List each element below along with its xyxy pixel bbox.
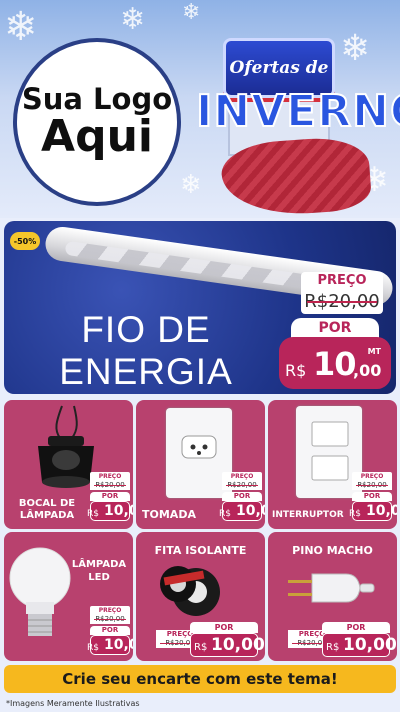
new-price: R$ 10,00 bbox=[219, 501, 265, 521]
old-price: R$20,00 bbox=[352, 481, 392, 490]
hero-name-line1: FIO DE bbox=[81, 309, 211, 350]
hero-price-cents: ,00 bbox=[353, 361, 382, 380]
currency: R$ bbox=[326, 642, 340, 653]
product-card-fita[interactable]: FITA ISOLANTE PREÇO R$20,00 POR R$ 10,00 bbox=[136, 532, 265, 661]
new-price: R$ 10,00 bbox=[322, 633, 397, 657]
hero-product-name: FIO DE ENERGIA bbox=[26, 309, 266, 393]
product-card-pino[interactable]: PINO MACHO PREÇO R$20,00 POR R$ 10,00 bbox=[268, 532, 397, 661]
hero-name-line2: ENERGIA bbox=[59, 351, 233, 392]
hero-new-price: R$ 10 ,00 MT bbox=[279, 337, 391, 389]
snowflake-icon: ❄ bbox=[120, 2, 146, 37]
price-tag: PREÇO R$20,00 POR R$ 10,00 bbox=[87, 472, 133, 521]
price-tag-right: POR R$ 10,00 bbox=[190, 622, 265, 657]
header-banner: ❄ ❄ ❄ ❄ ❄ ❄ Sua Logo Aqui Ofertas de INV… bbox=[0, 0, 400, 218]
price-value: 10,00 bbox=[343, 635, 397, 655]
hero-old-price: R$20,00 bbox=[301, 290, 383, 314]
old-price: R$20,00 bbox=[90, 615, 130, 624]
currency: R$ bbox=[219, 509, 231, 519]
new-price: R$ 10,00 bbox=[87, 501, 133, 521]
product-card-bocal[interactable]: BOCAL DE LÂMPADA PREÇO R$20,00 POR R$ 10… bbox=[4, 400, 133, 529]
por-label: POR bbox=[190, 622, 258, 633]
price-tag: PREÇO R$20,00 POR R$ 10,00 bbox=[349, 472, 397, 521]
por-label: POR bbox=[222, 492, 262, 501]
product-card-interruptor[interactable]: INTERRUPTOR PREÇO R$20,00 POR R$ 10,00 bbox=[268, 400, 397, 529]
preco-label: PREÇO bbox=[90, 606, 130, 615]
price-tag: PREÇO R$20,00 POR R$ 10,00 bbox=[219, 472, 265, 521]
disclaimer-text: *Imagens Meramente Ilustrativas bbox=[6, 699, 140, 708]
cta-button[interactable]: Crie seu encarte com este tema! bbox=[4, 665, 396, 693]
price-value: 10,00 bbox=[236, 503, 265, 519]
product-name: LÂMPADA LED bbox=[71, 559, 127, 583]
hero-por-label: POR bbox=[291, 318, 379, 338]
price-tag: PREÇO R$20,00 POR R$ 10,00 bbox=[87, 606, 133, 655]
price-value: 10,00 bbox=[104, 637, 133, 653]
currency: R$ bbox=[349, 509, 361, 519]
new-price: R$ 10,00 bbox=[349, 501, 397, 521]
price-value: 10,00 bbox=[211, 635, 265, 655]
strikethrough-line bbox=[94, 619, 126, 620]
hero-unit: MT bbox=[367, 347, 381, 356]
logo-placeholder[interactable]: Sua Logo Aqui bbox=[13, 38, 181, 206]
preco-label: PREÇO bbox=[222, 472, 262, 481]
currency: R$ bbox=[87, 643, 99, 653]
old-price: R$20,00 bbox=[90, 481, 130, 490]
new-price: R$ 10,00 bbox=[190, 633, 265, 657]
strikethrough-line bbox=[226, 485, 258, 486]
snowflake-icon: ❄ bbox=[182, 0, 201, 25]
new-price: R$ 10,00 bbox=[87, 635, 133, 655]
hero-currency: R$ bbox=[285, 361, 307, 380]
product-card-tomada[interactable]: TOMADA PREÇO R$20,00 POR R$ 10,00 bbox=[136, 400, 265, 529]
product-name: INTERRUPTOR bbox=[272, 510, 344, 520]
strikethrough-line bbox=[307, 301, 377, 303]
por-label: POR bbox=[90, 492, 130, 501]
inverno-title: INVERNO bbox=[195, 85, 400, 138]
por-label: POR bbox=[90, 626, 130, 635]
currency: R$ bbox=[194, 642, 208, 653]
price-value: 10,00 bbox=[366, 503, 397, 519]
price-tag-right: POR R$ 10,00 bbox=[322, 622, 397, 657]
hero-price-int: 10 bbox=[313, 345, 357, 383]
preco-label: PREÇO bbox=[352, 472, 392, 481]
strikethrough-line bbox=[94, 485, 126, 486]
product-name: BOCAL DE LÂMPADA bbox=[18, 498, 76, 521]
logo-text-line2: Aqui bbox=[41, 111, 153, 163]
product-name: TOMADA bbox=[142, 508, 196, 521]
snowflake-icon: ❄ bbox=[340, 28, 371, 69]
por-label: POR bbox=[352, 492, 392, 501]
por-label: POR bbox=[322, 622, 390, 633]
logo-text-line1: Sua Logo bbox=[21, 81, 173, 116]
old-price: R$20,00 bbox=[222, 481, 262, 490]
snowflake-icon: ❄ bbox=[4, 4, 38, 50]
preco-label: PREÇO bbox=[90, 472, 130, 481]
discount-badge: -50% bbox=[10, 232, 40, 250]
ofertas-text: Ofertas de bbox=[229, 58, 329, 78]
snowflake-icon: ❄ bbox=[180, 170, 202, 200]
currency: R$ bbox=[87, 509, 99, 519]
price-value: 10,00 bbox=[104, 503, 133, 519]
hero-preco-label: PREÇO bbox=[301, 272, 383, 290]
product-card-lampada[interactable]: LÂMPADA LED PREÇO R$20,00 POR R$ 10,00 bbox=[4, 532, 133, 661]
strikethrough-line bbox=[356, 485, 388, 486]
